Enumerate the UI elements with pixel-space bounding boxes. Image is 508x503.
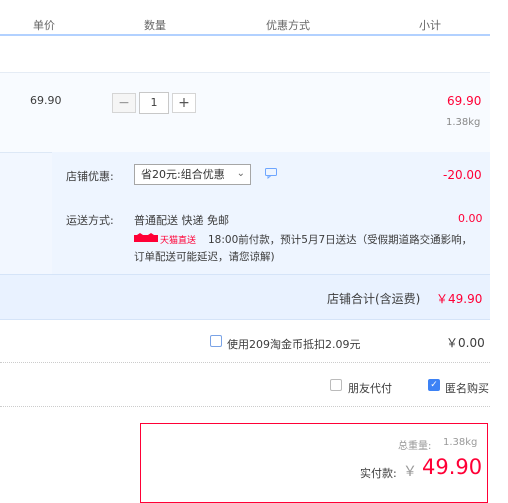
quantity-input[interactable]: 1 — [139, 92, 169, 114]
shop-discount-amount: -20.00 — [443, 168, 482, 182]
unit-price: 69.90 — [30, 94, 62, 107]
coins-value: ￥0.00 — [446, 336, 485, 350]
col-quantity: 数量 — [144, 19, 166, 32]
shop-discount-select-value: 省20元:组合优惠 — [141, 168, 225, 181]
anonymous-checkbox[interactable]: ✓ — [428, 379, 440, 391]
quantity-minus-button[interactable]: − — [112, 93, 136, 113]
shop-discount-select[interactable]: 省20元:组合优惠 ⌄ — [134, 164, 251, 185]
shop-total-label: 店铺合计(含运费) — [327, 292, 421, 306]
quantity-plus-button[interactable]: + — [172, 93, 196, 113]
divider — [0, 406, 490, 407]
friend-pay-label[interactable]: 朋友代付 — [348, 380, 392, 396]
shipping-fee: 0.00 — [458, 212, 483, 225]
total-weight-label: 总重量: — [398, 441, 432, 452]
col-discount: 优惠方式 — [266, 19, 310, 32]
item-weight: 1.38kg — [446, 117, 481, 128]
shipping-label: 运送方式: — [66, 214, 114, 227]
total-weight-value: 1.38kg — [443, 437, 478, 448]
message-icon[interactable] — [265, 168, 277, 180]
coins-checkbox[interactable] — [210, 335, 222, 347]
coins-label[interactable]: 使用209淘金币抵扣2.09元 — [227, 336, 361, 352]
paid-amount: 49.90 — [422, 455, 483, 479]
shop-total-value: ￥49.90 — [436, 292, 483, 306]
shipping-method: 普通配送 快递 免邮 — [134, 214, 229, 227]
col-unit-price: 单价 — [33, 19, 55, 32]
table-header: 单价 数量 优惠方式 小计 — [0, 0, 490, 36]
divider — [0, 362, 490, 363]
delivery-estimate: 18:00前付款，预计5月7日送达（受假期道路交通影响， — [208, 234, 473, 246]
shop-discount-label: 店铺优惠: — [66, 170, 114, 183]
item-subtotal: 69.90 — [447, 94, 482, 108]
tmall-logo-icon — [134, 233, 158, 243]
tmall-direct-badge: 天猫直送 — [160, 236, 197, 246]
col-subtotal: 小计 — [419, 19, 441, 32]
delivery-note: 订单配送可能延迟，请您谅解) — [134, 251, 275, 263]
anonymous-label[interactable]: 匿名购买 — [445, 380, 489, 396]
item-row — [0, 72, 490, 153]
friend-pay-checkbox[interactable] — [330, 379, 342, 391]
paid-label: 实付款: — [360, 467, 397, 480]
chevron-down-icon: ⌄ — [236, 168, 245, 179]
currency-symbol: ￥ — [403, 464, 417, 480]
